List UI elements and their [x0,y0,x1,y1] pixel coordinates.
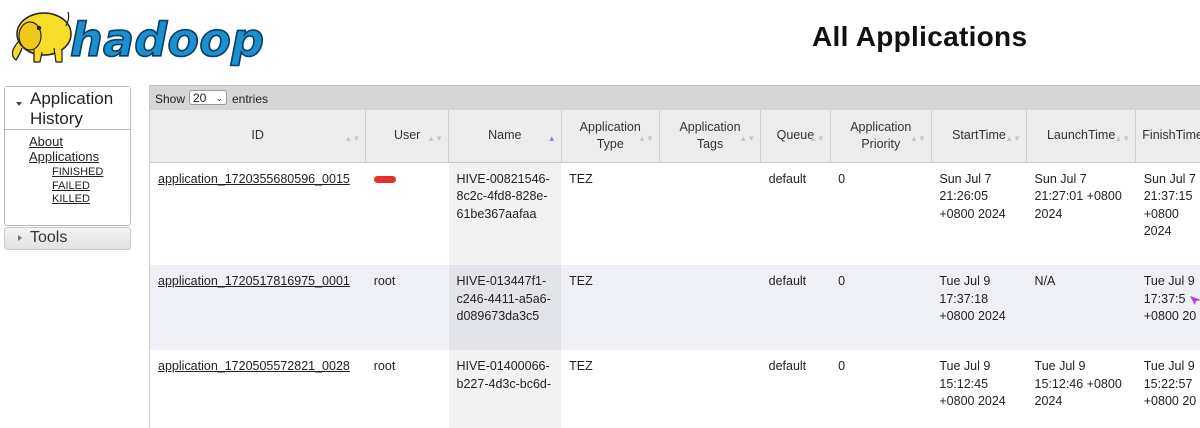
sort-icon: ▲▼ [427,134,444,143]
sort-icon: ▲▼ [910,134,926,143]
redacted-user-mark [373,175,396,183]
cell-name: HIVE-01400066-b227-4d3c-bc6d- [448,350,562,428]
column-header-label: User [393,128,421,143]
page-length-value: 20 [193,91,207,105]
application-id-link[interactable]: application_1720517816975_0001 [158,274,350,288]
column-header-label: Application Priority [850,119,912,151]
cell-priority: 0 [830,265,932,350]
cell-name: HIVE-013447f1-c246-4411-a5a6-d089673da3c… [448,265,562,350]
page-length-select[interactable]: 20 ⌄ [189,90,227,105]
page: hadoop All Applications Application Hist… [0,0,1200,428]
table-header-row: ID ▲▼ User ▲▼ Name ▲ Application Type ▲▼ App… [150,110,1200,163]
cell-queue: default [760,162,831,265]
column-header-label: LaunchTime [1046,128,1116,143]
cell-application-tags [659,162,761,265]
sort-icon: ▲▼ [1114,134,1131,143]
cell-finish-time: Tue Jul 9 15:22:57 +0800 20 [1135,350,1200,428]
cell-finish-time: Sun Jul 7 21:37:15 +0800 2024 [1135,162,1200,265]
column-header-name[interactable]: Name ▲ [448,110,562,163]
column-header-id[interactable]: ID ▲▼ [150,110,367,163]
cell-start-time: Sun Jul 7 21:26:05 +0800 2024 [931,162,1027,265]
column-header-finish-time[interactable]: FinishTime [1135,110,1200,163]
column-header-label: Application Tags [679,119,741,151]
cell-start-time: Tue Jul 9 17:37:18 +0800 2024 [931,265,1027,350]
sort-icon: ▲▼ [739,134,756,143]
sidebar-link-failed[interactable]: FAILED [52,180,130,194]
sidebar-link-about[interactable]: About [29,134,130,149]
cell-application-type: TEZ [561,162,660,265]
cell-launch-time: Tue Jul 9 15:12:46 +0800 2024 [1026,350,1136,428]
cell-application-type: TEZ [561,350,660,428]
sidebar-nav: Application History About Applications F… [4,86,131,226]
applications-table: ID ▲▼ User ▲▼ Name ▲ Application Type ▲▼ App… [150,110,1200,428]
application-id-link[interactable]: application_1720505572821_0028 [158,359,350,373]
cell-id: application_1720517816975_0001 [150,265,366,350]
sidebar-section-header[interactable]: Application History [5,87,130,130]
cell-user: root [365,265,449,350]
cell-launch-time: N/A [1026,265,1136,350]
column-header-label: Application Type [579,119,641,151]
logo-wordmark: hadoop [70,13,264,67]
table-row: application_1720355680596_0015 HIVE-0082… [150,162,1200,265]
sidebar-tools-header[interactable]: Tools [4,227,131,250]
sort-icon: ▲▼ [344,134,361,143]
column-header-application-type[interactable]: Application Type ▲▼ [561,110,660,163]
table-row: application_1720517816975_0001 root HIVE… [150,265,1200,350]
table-row: application_1720505572821_0028 root HIVE… [150,350,1200,428]
column-header-launch-time[interactable]: LaunchTime ▲▼ [1026,110,1137,163]
column-header-user[interactable]: User ▲▼ [365,110,450,163]
entries-label: entries [232,92,269,106]
column-header-application-tags[interactable]: Application Tags ▲▼ [659,110,762,163]
caret-down-icon [16,102,22,106]
cell-priority: 0 [830,162,932,265]
column-header-application-priority[interactable]: Application Priority ▲▼ [830,110,932,163]
cell-queue: default [760,350,831,428]
cell-user [365,162,449,265]
page-title: All Applications [812,21,1028,52]
column-header-queue[interactable]: Queue ▲▼ [760,110,831,163]
cell-id: application_1720505572821_0028 [150,350,366,428]
column-header-label: StartTime [952,128,1006,143]
cell-launch-time: Sun Jul 7 21:27:01 +0800 2024 [1026,162,1136,265]
cell-application-tags [659,350,761,428]
sidebar-link-applications[interactable]: Applications [29,149,130,164]
table-toolbar: Show 20 ⌄ entries [150,85,1200,110]
cell-application-type: TEZ [561,265,660,350]
sort-icon: ▲▼ [1005,134,1022,143]
sidebar-link-finished[interactable]: FINISHED [52,166,130,180]
column-header-start-time[interactable]: StartTime ▲▼ [931,110,1028,163]
sidebar-link-killed[interactable]: KILLED [52,193,130,207]
cell-finish-time: Tue Jul 9 17:37:5 +0800 20 [1135,265,1200,350]
sidebar-tools-label: Tools [30,229,68,246]
sidebar-section-label: Application History [30,89,114,128]
show-label: Show [155,92,186,106]
caret-right-icon [18,235,22,241]
sort-icon: ▲▼ [638,134,654,143]
cell-queue: default [760,265,831,350]
elephant-icon [11,11,72,63]
chevron-down-icon: ⌄ [215,93,223,103]
column-header-label: FinishTime [1142,128,1200,143]
column-header-label: ID [251,128,264,143]
sort-icon: ▲▼ [808,134,825,143]
cursor-icon [1190,296,1200,305]
cell-priority: 0 [830,350,932,428]
cell-user: root [365,350,449,428]
column-header-label: Name [488,128,522,143]
application-id-link[interactable]: application_1720355680596_0015 [158,172,350,186]
cell-name: HIVE-00821546-8c2c-4fd8-828e-61be367aafa… [448,162,562,265]
hadoop-logo[interactable]: hadoop [6,4,268,70]
applications-panel: Show 20 ⌄ entries ID ▲▼ User ▲▼ Name ▲ Appl… [149,85,1200,428]
sort-ascending-icon: ▲ [547,134,556,143]
cell-application-tags [659,265,761,350]
cell-start-time: Tue Jul 9 15:12:45 +0800 2024 [931,350,1027,428]
cell-id: application_1720355680596_0015 [150,162,366,265]
